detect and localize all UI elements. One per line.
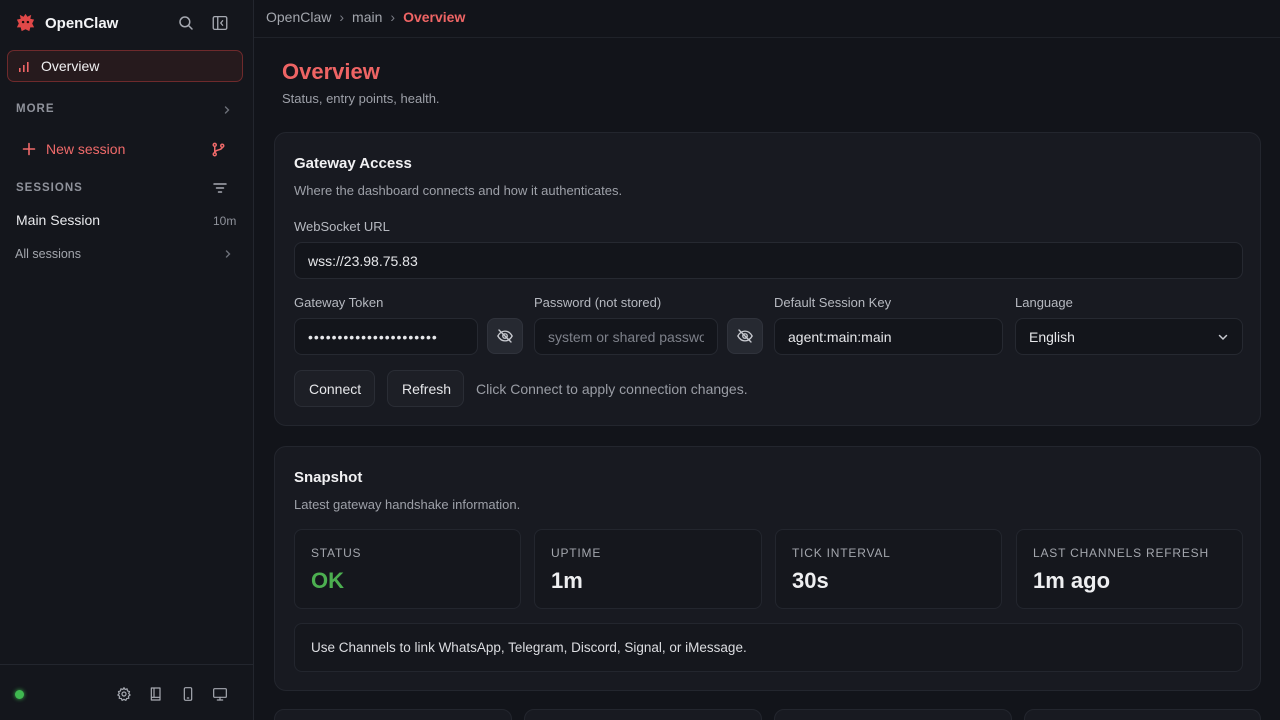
stat-value: 1m [551,568,583,593]
websocket-url-input[interactable] [294,242,1243,279]
page-title: Overview [282,59,380,84]
websocket-url-label: WebSocket URL [294,219,390,234]
gateway-access-card: Gateway Access Where the dashboard conne… [274,132,1261,426]
eye-off-icon [736,327,754,345]
book-icon[interactable] [148,686,164,702]
next-card-partial [524,709,762,720]
toggle-token-visibility-button[interactable] [487,318,523,354]
plus-icon [22,142,36,156]
language-select[interactable]: English [1015,318,1243,355]
more-section-label[interactable]: MORE [16,103,55,115]
sessions-section-label: SESSIONS [16,182,83,194]
session-item-name[interactable]: Main Session [16,212,100,228]
channels-note: Use Channels to link WhatsApp, Telegram,… [294,623,1243,672]
brand[interactable]: OpenClaw [14,11,118,35]
stat-value: OK [311,568,344,593]
filter-icon[interactable] [213,182,227,194]
next-card-partial [274,709,512,720]
chevron-right-icon[interactable] [222,105,232,115]
mobile-icon[interactable] [180,686,196,702]
card-subtitle: Latest gateway handshake information. [294,497,521,512]
chevron-down-icon [1217,331,1229,343]
next-card-partial [1024,709,1261,720]
toggle-password-visibility-button[interactable] [727,318,763,354]
gateway-token-input[interactable] [294,318,478,355]
language-label: Language [1015,295,1073,310]
stat-label: LAST CHANNELS REFRESH [1033,546,1209,560]
connection-hint: Click Connect to apply connection change… [476,381,748,397]
page-subtitle: Status, entry points, health. [282,91,440,106]
password-label: Password (not stored) [534,295,662,310]
git-branch-icon[interactable] [211,142,226,157]
default-session-key-input[interactable] [774,318,1003,355]
gateway-token-label: Gateway Token [294,295,384,310]
claw-logo-icon [14,12,37,35]
card-title: Snapshot [294,469,363,486]
stat-label: TICK INTERVAL [792,546,891,560]
card-subtitle: Where the dashboard connects and how it … [294,183,623,198]
stat-status: STATUS OK [294,529,521,609]
connection-status-dot [15,690,24,699]
stat-value: 30s [792,568,829,593]
stat-label: UPTIME [551,546,602,560]
card-title: Gateway Access [294,155,412,172]
nav-item-overview[interactable]: Overview [7,50,243,82]
sidebar-footer [0,664,253,720]
language-selected-value: English [1029,328,1075,345]
next-card-partial [774,709,1012,720]
eye-off-icon [496,327,514,345]
monitor-icon[interactable] [212,686,228,702]
refresh-button[interactable]: Refresh [387,370,464,407]
new-session-label: New session [46,141,126,157]
breadcrumb-separator: › [339,9,345,25]
chevron-right-icon[interactable] [223,249,233,259]
bar-chart-icon [18,59,32,73]
password-input[interactable] [534,318,718,355]
stat-last-channels-refresh: LAST CHANNELS REFRESH 1m ago [1016,529,1243,609]
connect-button[interactable]: Connect [294,370,375,407]
stat-uptime: UPTIME 1m [534,529,762,609]
new-session-button[interactable]: New session [22,141,125,157]
collapse-sidebar-icon[interactable] [211,14,229,32]
breadcrumb-item[interactable]: main [352,9,382,25]
breadcrumb-item[interactable]: OpenClaw [266,9,331,25]
breadcrumb-separator: › [390,9,396,25]
all-sessions-link[interactable]: All sessions [15,247,81,261]
stat-tick-interval: TICK INTERVAL 30s [775,529,1002,609]
default-session-key-label: Default Session Key [774,295,892,310]
sidebar: OpenClaw Overview MORE New session SESSI… [0,0,254,720]
gear-icon[interactable] [116,686,132,702]
stat-label: STATUS [311,546,362,560]
stat-value: 1m ago [1033,568,1111,593]
search-icon[interactable] [177,14,195,32]
topbar: OpenClaw › main › Overview [254,0,1280,38]
breadcrumb: OpenClaw › main › Overview [266,9,465,25]
session-item-age: 10m [213,214,237,228]
breadcrumb-current: Overview [403,9,466,25]
snapshot-card: Snapshot Latest gateway handshake inform… [274,446,1261,691]
brand-name: OpenClaw [45,14,119,32]
nav-item-label: Overview [41,58,100,74]
